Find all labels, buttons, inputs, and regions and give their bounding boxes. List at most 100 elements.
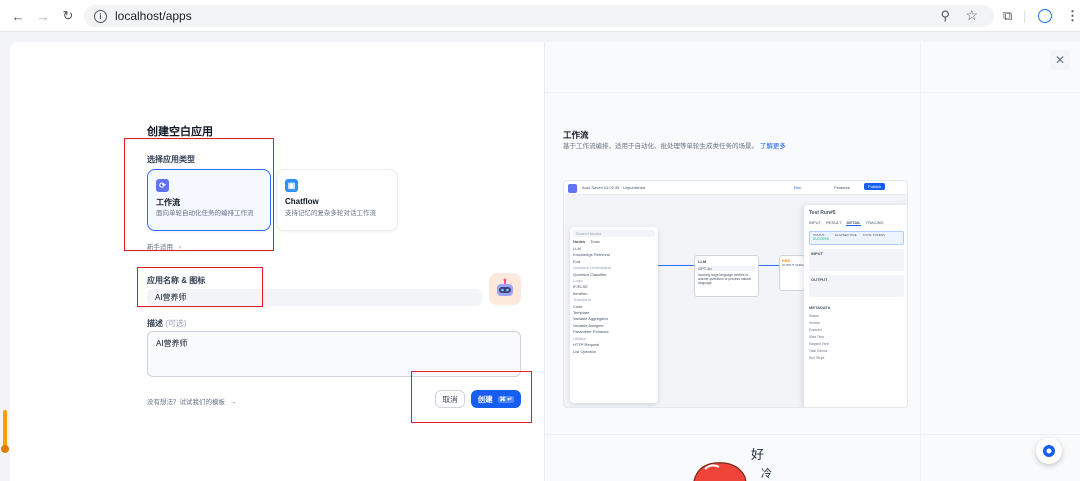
create-button[interactable]: 创建 ⌘ ↵ xyxy=(471,390,521,408)
preview-output-var: OUTPUT VARIABLE xyxy=(782,263,810,267)
app-type-card-workflow[interactable]: ⟳ 工作流 面向单轮自动化任务的编排工作流 xyxy=(147,169,271,231)
preview-elapsed-key: ELAPSED TIME xyxy=(834,233,857,237)
preview-app-icon xyxy=(568,184,577,193)
preview-tab: Tools xyxy=(590,239,600,244)
robot-avatar-icon xyxy=(497,278,513,296)
zoom-icon[interactable]: ⚲ xyxy=(940,8,950,24)
profile-icon[interactable] xyxy=(1038,9,1052,23)
description-label: 描述 xyxy=(147,319,163,328)
url-text: localhost/apps xyxy=(115,9,192,23)
info-icon[interactable]: i xyxy=(94,9,107,23)
preview-edge xyxy=(759,265,779,266)
chat-assistant-button[interactable] xyxy=(1036,438,1062,464)
preview-test-run-panel: Test Run#5 INPUT RESULT DETAIL TRACING S… xyxy=(804,205,907,407)
preview-edge xyxy=(658,265,694,266)
preview-tabs: Nodes Tools xyxy=(573,239,655,244)
preview-desc-text: 基于工作流编排，适用于自动化、批处理等单轮生成类任务的场景。 xyxy=(563,143,758,150)
address-bar[interactable]: i localhost/apps ⚲ ☆ xyxy=(84,5,994,27)
preview-meta-key: Run Steps xyxy=(809,356,825,360)
preview-output-label: OUTPUT xyxy=(811,277,828,282)
preview-status-box: STATUS SUCCESS ELAPSED TIME TOTAL TOKENS xyxy=(809,231,904,245)
app-icon-picker[interactable] xyxy=(489,273,521,305)
preview-test-tab: DETAIL xyxy=(846,220,861,226)
preview-publish: Publish xyxy=(864,183,886,190)
create-app-dialog: 创建空白应用 选择应用类型 ⟳ 工作流 面向单轮自动化任务的编排工作流 ▣ Ch… xyxy=(10,42,1080,481)
toolbar-divider: | xyxy=(1023,8,1027,23)
preview-metadata-list: Status Version Executor Start Time Elaps… xyxy=(809,313,904,362)
preview-llm-model: GPT-4o xyxy=(698,266,755,271)
preview-llm-title: LLM xyxy=(698,259,707,264)
preview-test-tab: RESULT xyxy=(826,220,842,225)
optional-tag: (可选) xyxy=(165,319,187,328)
preview-title: 工作流 xyxy=(563,130,589,140)
cartoon-decoration-icon: 好 冷 xyxy=(693,447,772,481)
card-desc: 面向单轮自动化任务的编排工作流 xyxy=(156,210,254,217)
close-icon[interactable]: ✕ xyxy=(1050,50,1070,70)
preview-llm-text: Invoking large language models to answer… xyxy=(698,273,751,285)
preview-meta-key: Start Time xyxy=(809,335,825,339)
workflow-preview-image: Auto Saved 01:02:35 · Unpublished Run Fe… xyxy=(563,180,908,408)
template-hint-text: 没有想法？试试我们的模板 xyxy=(147,399,225,406)
preview-search: Search blocks xyxy=(573,230,655,237)
name-icon-label: 应用名称 & 图标 xyxy=(147,276,206,285)
preview-test-tab: INPUT xyxy=(809,220,821,225)
chat-bubble-icon xyxy=(1043,445,1055,457)
preview-meta-key: Total Tokens xyxy=(809,349,828,353)
grid-line xyxy=(545,434,1080,435)
preview-app-name: Auto Saved 01:02:35 · Unpublished xyxy=(582,185,646,190)
preview-features: Features xyxy=(834,185,850,190)
newbie-label: 新手适用 xyxy=(147,244,173,251)
create-label: 创建 xyxy=(477,394,493,404)
description-label-row: 描述 (可选) xyxy=(147,318,187,329)
preview-test-tabs: INPUT RESULT DETAIL TRACING xyxy=(809,220,904,226)
preview-meta-key: Elapsed Time xyxy=(809,342,829,346)
preview-meta-key: Version xyxy=(809,321,820,325)
preview-tab: Nodes xyxy=(573,239,586,244)
arrow-right-icon: → xyxy=(229,399,237,406)
preview-desc: 基于工作流编排，适用于自动化、批处理等单轮生成类任务的场景。 了解更多 xyxy=(563,142,793,151)
card-title: Chatflow xyxy=(285,197,319,206)
star-icon[interactable]: ☆ xyxy=(965,7,978,24)
chevron-right-icon: › xyxy=(178,244,181,251)
preview-meta-key: Executor xyxy=(809,328,823,332)
preview-input-label: INPUT xyxy=(811,251,823,256)
preview-node-item: List Operator xyxy=(573,348,597,354)
preview-metadata-label: METADATA xyxy=(809,305,831,310)
preview-input-box: INPUT xyxy=(809,249,904,271)
preview-run: Run xyxy=(794,185,802,190)
app-name-input[interactable]: AI营养师 xyxy=(147,289,482,306)
preview-test-tab: TRACING xyxy=(865,220,884,225)
preview-meta-key: Status xyxy=(809,314,819,318)
preview-test-title: Test Run#5 xyxy=(809,210,836,216)
grid-line xyxy=(545,92,1080,93)
learn-more-link[interactable]: 了解更多 xyxy=(760,143,786,150)
newbie-toggle[interactable]: 新手适用 › xyxy=(147,241,181,251)
dialog-title: 创建空白应用 xyxy=(147,126,213,138)
preview-tokens-key: TOTAL TOKENS xyxy=(862,233,886,237)
shortcut-hint: ⌘ ↵ xyxy=(497,395,515,403)
preview-output-box: OUTPUT xyxy=(809,275,904,297)
preview-panel: ✕ 工作流 基于工作流编排，适用于自动化、批处理等单轮生成类任务的场景。 了解更… xyxy=(544,42,1080,481)
preview-end-node: END OUTPUT VARIABLE xyxy=(779,255,810,291)
cancel-button[interactable]: 取消 xyxy=(435,390,465,408)
reload-icon[interactable]: ↻ xyxy=(60,8,76,24)
preview-block-palette: Search blocks Nodes Tools LLM Knowledge … xyxy=(570,227,658,403)
app-type-label: 选择应用类型 xyxy=(147,155,195,164)
preview-node-list: LLM Knowledge Retrieval End Question Und… xyxy=(573,246,655,355)
card-desc: 支持记忆的复杂多轮对话工作流 xyxy=(285,210,376,217)
svg-text:冷: 冷 xyxy=(761,467,772,480)
chatflow-icon: ▣ xyxy=(285,179,298,192)
browser-toolbar: ← → ↻ i localhost/apps ⚲ ☆ ⧉ | ⋮ xyxy=(0,0,1080,32)
template-hint-link[interactable]: 没有想法？试试我们的模板 → xyxy=(147,396,236,406)
grid-line xyxy=(920,42,921,481)
svg-text:好: 好 xyxy=(751,447,764,462)
app-type-card-chatflow[interactable]: ▣ Chatflow 支持记忆的复杂多轮对话工作流 xyxy=(276,169,398,231)
workflow-icon: ⟳ xyxy=(156,179,169,192)
extensions-icon[interactable]: ⧉ xyxy=(1003,8,1012,24)
forward-icon[interactable]: → xyxy=(35,8,51,24)
preview-status-val: SUCCESS xyxy=(813,237,829,241)
description-textarea[interactable]: AI营养师 xyxy=(147,331,521,377)
menu-icon[interactable]: ⋮ xyxy=(1066,8,1079,24)
preview-llm-node: LLM GPT-4o Invoking large language model… xyxy=(694,255,759,297)
back-icon[interactable]: ← xyxy=(10,8,26,24)
